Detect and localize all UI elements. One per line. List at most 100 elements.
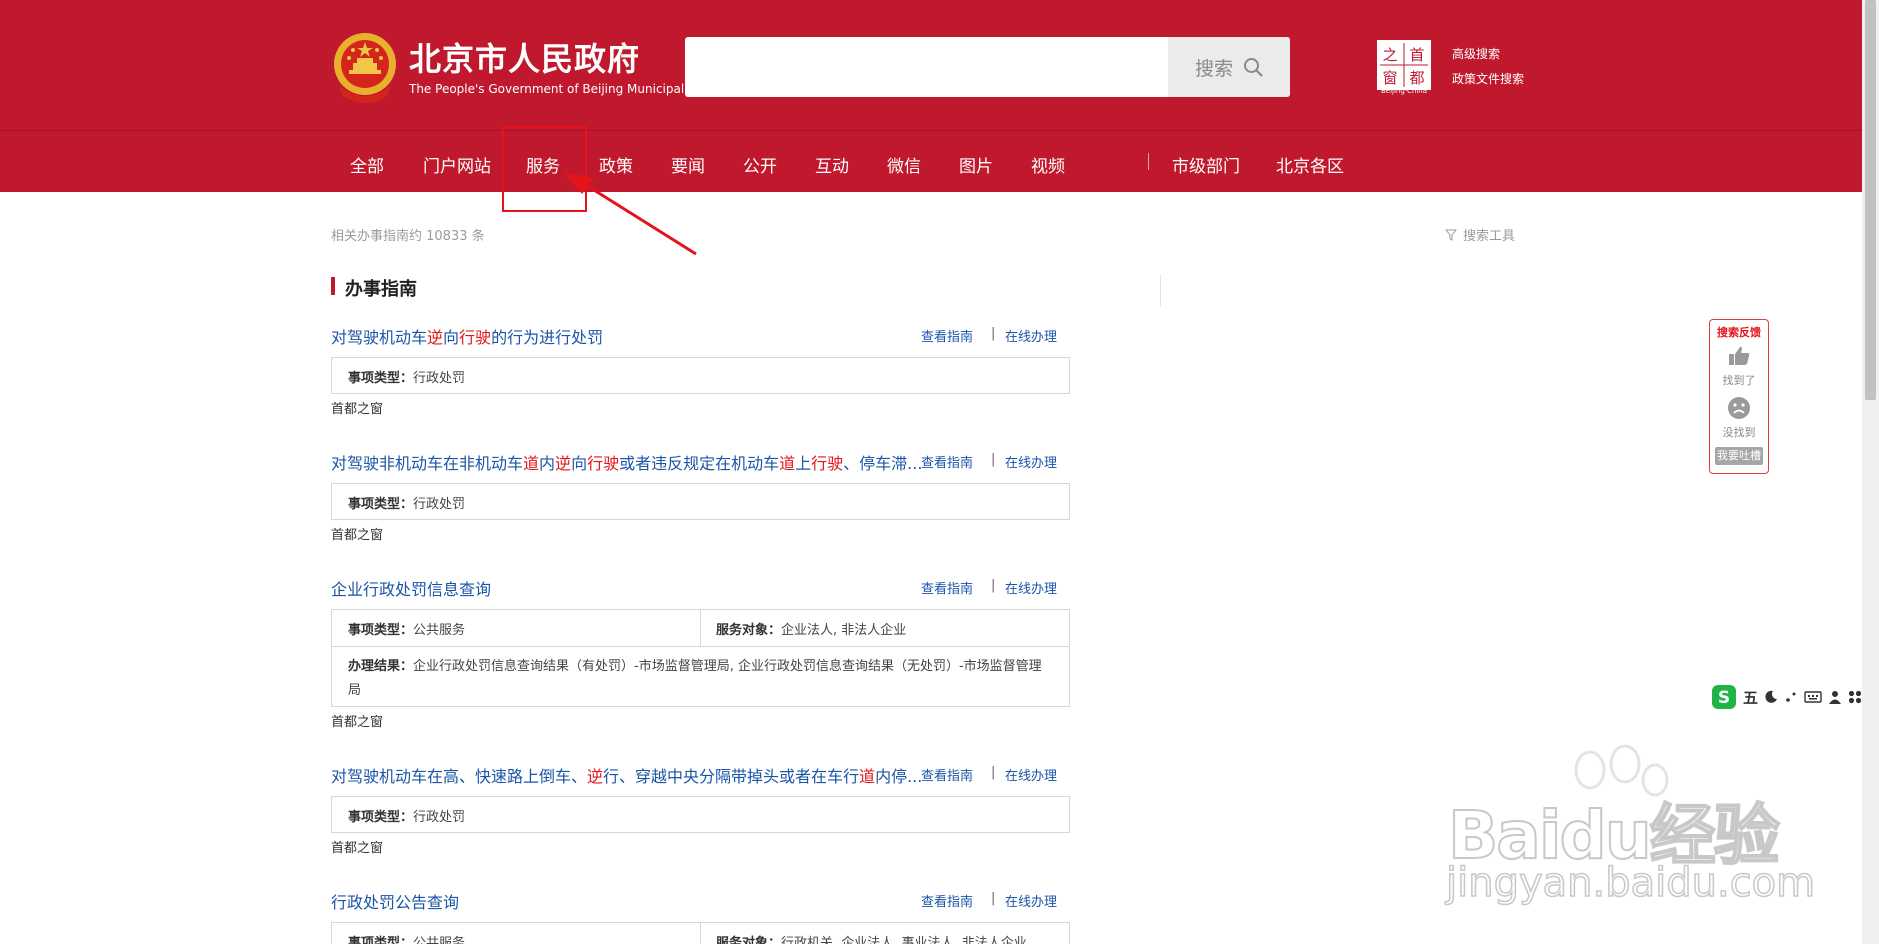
result-title-text: 行政处罚公告查询: [331, 893, 460, 912]
info-row: 事项类型：公共服务 服务对象：行政机关, 企业法人, 事业法人, 非法人企业,: [332, 923, 1069, 944]
punctuation-icon[interactable]: [1784, 690, 1798, 704]
info-row: 事项类型：行政处罚: [332, 484, 1069, 521]
tab-all[interactable]: 全部: [350, 152, 384, 177]
info-value: 行政处罚: [413, 371, 466, 386]
view-guide-link[interactable]: 查看指南: [921, 326, 973, 345]
site-subtitle: The People's Government of Beijing Munic…: [409, 82, 700, 96]
tab-pictures[interactable]: 图片: [959, 152, 993, 177]
link-separator: |: [991, 578, 996, 593]
result-title-text: 行、穿越中央分隔带掉头或者在车行: [603, 767, 860, 786]
info-label: 服务对象：: [716, 936, 782, 944]
result-title-text: 的行为进行处罚: [491, 328, 604, 347]
online-handle-link[interactable]: 在线办理: [1005, 578, 1057, 597]
tab-interaction[interactable]: 互动: [815, 152, 849, 177]
result-title-highlight: 道: [859, 767, 876, 786]
info-row: 办理结果：企业行政处罚信息查询结果（有处罚）-市场监督管理局, 企业行政处罚信息…: [332, 647, 1069, 711]
advanced-search-link[interactable]: 高级搜索: [1452, 45, 1500, 62]
info-label: 事项类型：: [348, 810, 414, 825]
info-label: 事项类型：: [348, 371, 414, 386]
policy-search-link[interactable]: 政策文件搜索: [1452, 70, 1524, 87]
result-info-box: 事项类型：公共服务 服务对象：行政机关, 企业法人, 事业法人, 非法人企业,: [331, 922, 1070, 944]
result-title-highlight: 逆: [427, 328, 444, 347]
tab-public[interactable]: 公开: [743, 152, 777, 177]
online-handle-link[interactable]: 在线办理: [1005, 765, 1057, 784]
result-source: 首都之窗: [331, 715, 384, 730]
svg-text:S: S: [1718, 688, 1730, 708]
not-found-button[interactable]: 没找到: [1710, 424, 1768, 440]
info-cell: 事项类型：公共服务: [348, 619, 465, 638]
keyboard-icon[interactable]: [1804, 690, 1822, 704]
info-label: 事项类型：: [348, 936, 414, 944]
user-icon[interactable]: [1828, 690, 1842, 704]
result-source: 首都之窗: [331, 528, 384, 543]
result-title[interactable]: 对驾驶机动车在高、快速路上倒车、逆行、穿越中央分隔带掉头或者在车行道内停...: [331, 763, 921, 787]
info-row: 事项类型：行政处罚: [332, 358, 1069, 395]
found-button[interactable]: 找到了: [1710, 372, 1768, 388]
result-title[interactable]: 对驾驶机动车逆向行驶的行为进行处罚: [331, 324, 921, 348]
view-guide-link[interactable]: 查看指南: [921, 891, 973, 910]
search-feedback-widget: 搜索反馈 找到了 没找到 我要吐槽: [1709, 319, 1769, 474]
sogou-logo-icon[interactable]: S: [1711, 684, 1737, 710]
link-separator: |: [991, 891, 996, 906]
site-title[interactable]: 北京市人民政府: [409, 34, 640, 80]
result-info-box: 事项类型：行政处罚: [331, 796, 1070, 833]
ime-toolbar: S 五: [1711, 683, 1879, 711]
info-cell: 事项类型：公共服务: [348, 932, 465, 944]
search-button-label: 搜索: [1194, 57, 1233, 80]
svg-text:之: 之: [1382, 46, 1397, 64]
tab-districts[interactable]: 北京各区: [1276, 152, 1344, 177]
result-info-box: 事项类型：公共服务 服务对象：企业法人, 非法人企业 办理结果：企业行政处罚信息…: [331, 609, 1070, 707]
tab-wechat[interactable]: 微信: [887, 152, 921, 177]
result-title-text: 对驾驶非机动车在非机动车: [331, 454, 524, 473]
view-guide-link[interactable]: 查看指南: [921, 765, 973, 784]
search-box: 搜索: [685, 37, 1290, 97]
search-tools-button[interactable]: 搜索工具: [1445, 225, 1515, 244]
result-title-highlight: 行驶: [811, 454, 844, 473]
link-separator: |: [991, 326, 996, 341]
result-title-text: 向: [443, 328, 460, 347]
thumbs-up-icon[interactable]: [1727, 344, 1751, 368]
tab-city-departments[interactable]: 市级部门: [1172, 152, 1240, 177]
moon-icon[interactable]: [1764, 690, 1778, 704]
filter-icon: [1445, 229, 1457, 241]
nav-divider: [1148, 153, 1149, 170]
result-title[interactable]: 行政处罚公告查询: [331, 889, 921, 913]
online-handle-link[interactable]: 在线办理: [1005, 452, 1057, 471]
cell-divider: [700, 610, 701, 646]
result-title[interactable]: 企业行政处罚信息查询: [331, 576, 921, 600]
info-label: 事项类型：: [348, 623, 414, 638]
info-value: 行政处罚: [413, 810, 466, 825]
info-cell: 服务对象：企业法人, 非法人企业: [716, 619, 906, 638]
annotation-arrow-icon: [564, 172, 697, 256]
result-title-text: 对驾驶机动车: [331, 328, 428, 347]
result-title-highlight: 道: [779, 454, 796, 473]
result-title-text: 内: [539, 454, 556, 473]
result-info-box: 事项类型：行政处罚: [331, 483, 1070, 520]
view-guide-link[interactable]: 查看指南: [921, 452, 973, 471]
svg-text:首: 首: [1409, 46, 1424, 64]
online-handle-link[interactable]: 在线办理: [1005, 891, 1057, 910]
info-label: 办理结果：: [348, 659, 414, 674]
view-guide-link[interactable]: 查看指南: [921, 578, 973, 597]
result-title-text: 、停车滞...: [843, 454, 921, 473]
sad-face-icon[interactable]: [1727, 396, 1751, 420]
scrollbar-thumb[interactable]: [1865, 0, 1876, 400]
info-cell: 服务对象：行政机关, 企业法人, 事业法人, 非法人企业,: [716, 932, 1031, 944]
page-scrollbar[interactable]: [1862, 0, 1879, 944]
national-emblem-icon: [334, 33, 396, 103]
nav-bar: 全部 门户网站 服务 政策 要闻 公开 互动 微信 图片 视频 市级部门 北京各…: [0, 130, 1862, 192]
online-handle-link[interactable]: 在线办理: [1005, 326, 1057, 345]
ime-mode-indicator[interactable]: 五: [1743, 687, 1758, 708]
grid-menu-icon[interactable]: [1848, 690, 1862, 704]
result-title[interactable]: 对驾驶非机动车在非机动车道内逆向行驶或者违反规定在机动车道上行驶、停车滞...: [331, 450, 921, 474]
complain-button[interactable]: 我要吐槽: [1715, 447, 1763, 465]
cell-divider: [700, 923, 701, 944]
search-input[interactable]: [685, 37, 1165, 97]
info-value: 行政机关, 企业法人, 事业法人, 非法人企业,: [781, 936, 1031, 944]
search-icon: [1244, 58, 1263, 77]
info-row: 事项类型：公共服务 服务对象：企业法人, 非法人企业: [332, 610, 1069, 647]
tab-video[interactable]: 视频: [1031, 152, 1065, 177]
tab-portal[interactable]: 门户网站: [423, 152, 491, 177]
search-button[interactable]: 搜索: [1168, 37, 1290, 97]
result-count: 相关办事指南约 10833 条: [331, 229, 485, 244]
